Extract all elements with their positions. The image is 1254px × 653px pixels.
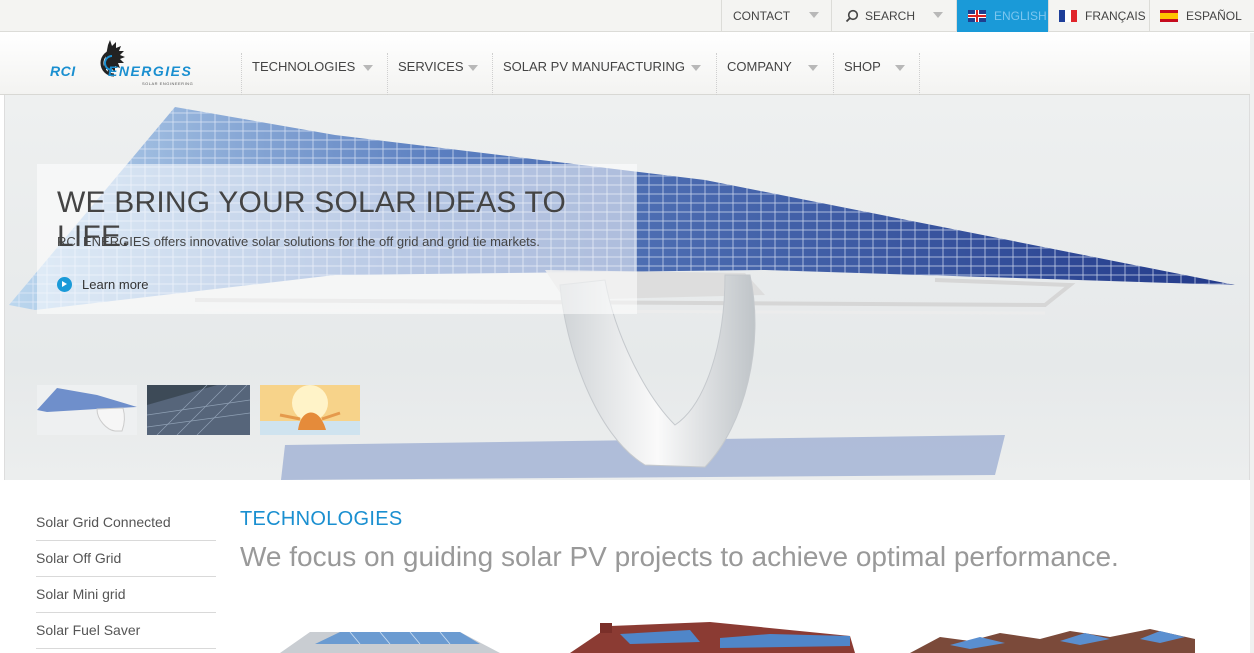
arrow-right-circle-icon <box>57 277 72 292</box>
slide-thumbnail-1[interactable] <box>37 385 137 435</box>
nav-label: SOLAR PV MANUFACTURING <box>503 59 686 74</box>
chevron-down-icon <box>895 65 905 71</box>
grid-connected-building-image[interactable] <box>280 610 500 653</box>
hero-banner: WE BRING YOUR SOLAR IDEAS TO LIFE. RCI E… <box>4 95 1250 480</box>
nav-services[interactable]: SERVICES <box>387 53 492 95</box>
nav-shop[interactable]: SHOP <box>833 53 920 95</box>
language-label: ESPAÑOL <box>1186 9 1242 23</box>
nav-label: SERVICES <box>398 59 464 74</box>
technology-sidebar: Solar Grid Connected Solar Off Grid Sola… <box>36 505 216 649</box>
spain-flag-icon <box>1160 10 1178 22</box>
solar-tree-thumbnail <box>37 385 137 435</box>
solar-panel-thumbnail <box>147 385 250 435</box>
hero-subtitle: RCI ENERGIES offers innovative solar sol… <box>57 234 540 249</box>
search-label: SEARCH <box>865 9 916 23</box>
mini-grid-village-image[interactable] <box>910 625 1195 653</box>
section-tagline: We focus on guiding solar PV projects to… <box>240 541 1119 572</box>
sunlight-person-thumbnail <box>260 385 360 435</box>
sidebar-item-solar-off-grid[interactable]: Solar Off Grid <box>36 541 216 577</box>
chevron-down-icon <box>363 65 373 71</box>
slide-thumbnail-3[interactable] <box>260 385 360 435</box>
learn-more-label: Learn more <box>82 277 149 292</box>
hero-caption-box: WE BRING YOUR SOLAR IDEAS TO LIFE. RCI E… <box>37 164 637 314</box>
language-label: ENGLISH <box>994 9 1047 23</box>
learn-more-link[interactable]: Learn more <box>57 277 148 292</box>
top-utility-bar: CONTACT SEARCH ENGLISH FRANÇAIS ESPAÑOL <box>0 0 1254 32</box>
chevron-down-icon <box>809 12 819 18</box>
language-label: FRANÇAIS <box>1085 9 1146 23</box>
slide-thumbnail-2[interactable] <box>147 385 250 435</box>
chevron-down-icon <box>808 65 818 71</box>
off-grid-house-image[interactable] <box>570 618 855 653</box>
language-french[interactable]: FRANÇAIS <box>1048 0 1149 32</box>
nav-label: SHOP <box>844 59 881 74</box>
logo-text-rci: RCI <box>50 63 76 79</box>
solar-village-illustration <box>910 629 1195 653</box>
nav-label: COMPANY <box>727 59 792 74</box>
contact-menu[interactable]: CONTACT <box>721 0 831 32</box>
logo-text-energies: ENERGIES <box>108 63 193 79</box>
france-flag-icon <box>1059 10 1077 22</box>
contact-label: CONTACT <box>733 9 791 23</box>
logo-tagline: SOLAR ENGINEERING <box>142 81 194 86</box>
nav-solar-pv-manufacturing[interactable]: SOLAR PV MANUFACTURING <box>492 53 716 95</box>
uk-flag-icon <box>968 10 986 22</box>
sidebar-item-solar-fuel-saver[interactable]: Solar Fuel Saver <box>36 613 216 649</box>
sidebar-item-solar-mini-grid[interactable]: Solar Mini grid <box>36 577 216 613</box>
nav-company[interactable]: COMPANY <box>716 53 833 95</box>
language-english[interactable]: ENGLISH <box>956 0 1048 32</box>
page-edge <box>1250 33 1254 653</box>
language-spanish[interactable]: ESPAÑOL <box>1149 0 1254 32</box>
chevron-down-icon <box>468 65 478 71</box>
nav-technologies[interactable]: TECHNOLOGIES <box>241 53 387 95</box>
solar-roof-building-illustration <box>280 631 500 653</box>
site-header: RCI ENERGIES SOLAR ENGINEERING TECHNOLOG… <box>0 33 1254 95</box>
chevron-down-icon <box>691 65 701 71</box>
search-icon <box>845 9 859 23</box>
nav-label: TECHNOLOGIES <box>252 59 356 74</box>
chevron-down-icon <box>933 12 943 18</box>
sidebar-item-solar-grid-connected[interactable]: Solar Grid Connected <box>36 505 216 541</box>
company-logo[interactable]: RCI ENERGIES SOLAR ENGINEERING <box>50 39 200 89</box>
section-heading: TECHNOLOGIES <box>240 508 403 530</box>
solar-house-illustration <box>570 622 855 653</box>
search-menu[interactable]: SEARCH <box>831 0 956 32</box>
